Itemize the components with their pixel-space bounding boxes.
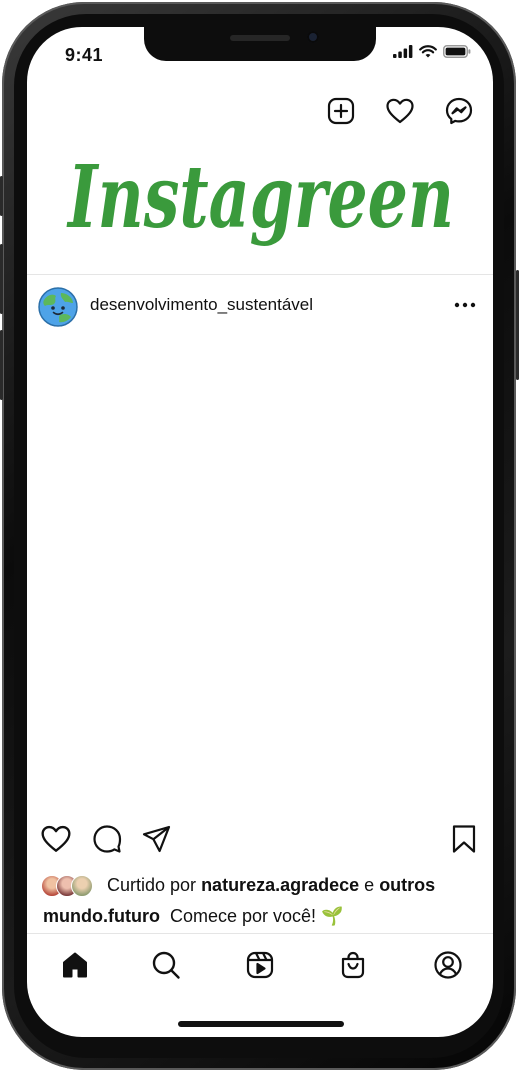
- messenger-icon[interactable]: [443, 95, 475, 127]
- likes-row[interactable]: Curtido por natureza.agradece e outros: [41, 873, 435, 897]
- cellular-signal-icon: [393, 45, 413, 58]
- bottom-nav: [27, 945, 493, 989]
- silent-switch: [0, 176, 3, 216]
- heart-icon[interactable]: [384, 95, 416, 127]
- caption: mundo.futuro Comece por você! 🌱: [43, 906, 343, 927]
- status-time: 9:41: [65, 45, 104, 65]
- speaker-grille: [230, 35, 290, 41]
- liked-by-joiner: e: [364, 874, 375, 895]
- post-image[interactable]: [27, 339, 493, 805]
- liked-by-others[interactable]: outros: [379, 875, 435, 896]
- volume-up-button: [0, 244, 3, 314]
- liker-avatar: [71, 875, 93, 897]
- profile-icon[interactable]: [428, 945, 468, 985]
- battery-icon: [443, 45, 471, 58]
- screen: 9:41 Instagreen desenvolvimento_sustentá…: [27, 27, 493, 1037]
- wifi-icon: [419, 45, 437, 58]
- post-username[interactable]: desenvolvimento_sustentável: [90, 295, 313, 315]
- power-button: [516, 270, 519, 380]
- new-post-icon[interactable]: [325, 95, 357, 127]
- header-actions: [325, 95, 475, 127]
- search-icon[interactable]: [146, 945, 186, 985]
- bottom-nav-divider: [27, 933, 493, 934]
- comment-icon[interactable]: [90, 822, 124, 856]
- post-header: desenvolvimento_sustentável: [27, 275, 493, 337]
- liked-by-prefix: Curtido por: [107, 874, 197, 895]
- home-icon[interactable]: [55, 945, 95, 985]
- liker-avatars: [41, 874, 97, 897]
- avatar[interactable]: [38, 287, 78, 327]
- more-options-icon[interactable]: [453, 296, 477, 314]
- earth-emoji-icon: [38, 287, 78, 327]
- liked-by-user[interactable]: natureza.agradece: [201, 875, 359, 896]
- share-icon[interactable]: [139, 822, 173, 856]
- like-icon[interactable]: [39, 822, 73, 856]
- caption-username[interactable]: mundo.futuro: [43, 906, 160, 926]
- front-camera: [307, 31, 319, 43]
- status-icons: [393, 45, 471, 58]
- svg-text:Instagreen: Instagreen: [66, 147, 454, 248]
- shop-icon[interactable]: [333, 945, 373, 985]
- home-indicator[interactable]: [178, 1021, 344, 1027]
- caption-text: Comece por você! 🌱: [169, 906, 344, 926]
- notch: [144, 27, 376, 61]
- save-icon[interactable]: [447, 822, 481, 856]
- volume-down-button: [0, 330, 3, 400]
- instagreen-logo: Instagreen: [66, 147, 454, 248]
- post-actions: [27, 822, 493, 862]
- reels-icon[interactable]: [240, 945, 280, 985]
